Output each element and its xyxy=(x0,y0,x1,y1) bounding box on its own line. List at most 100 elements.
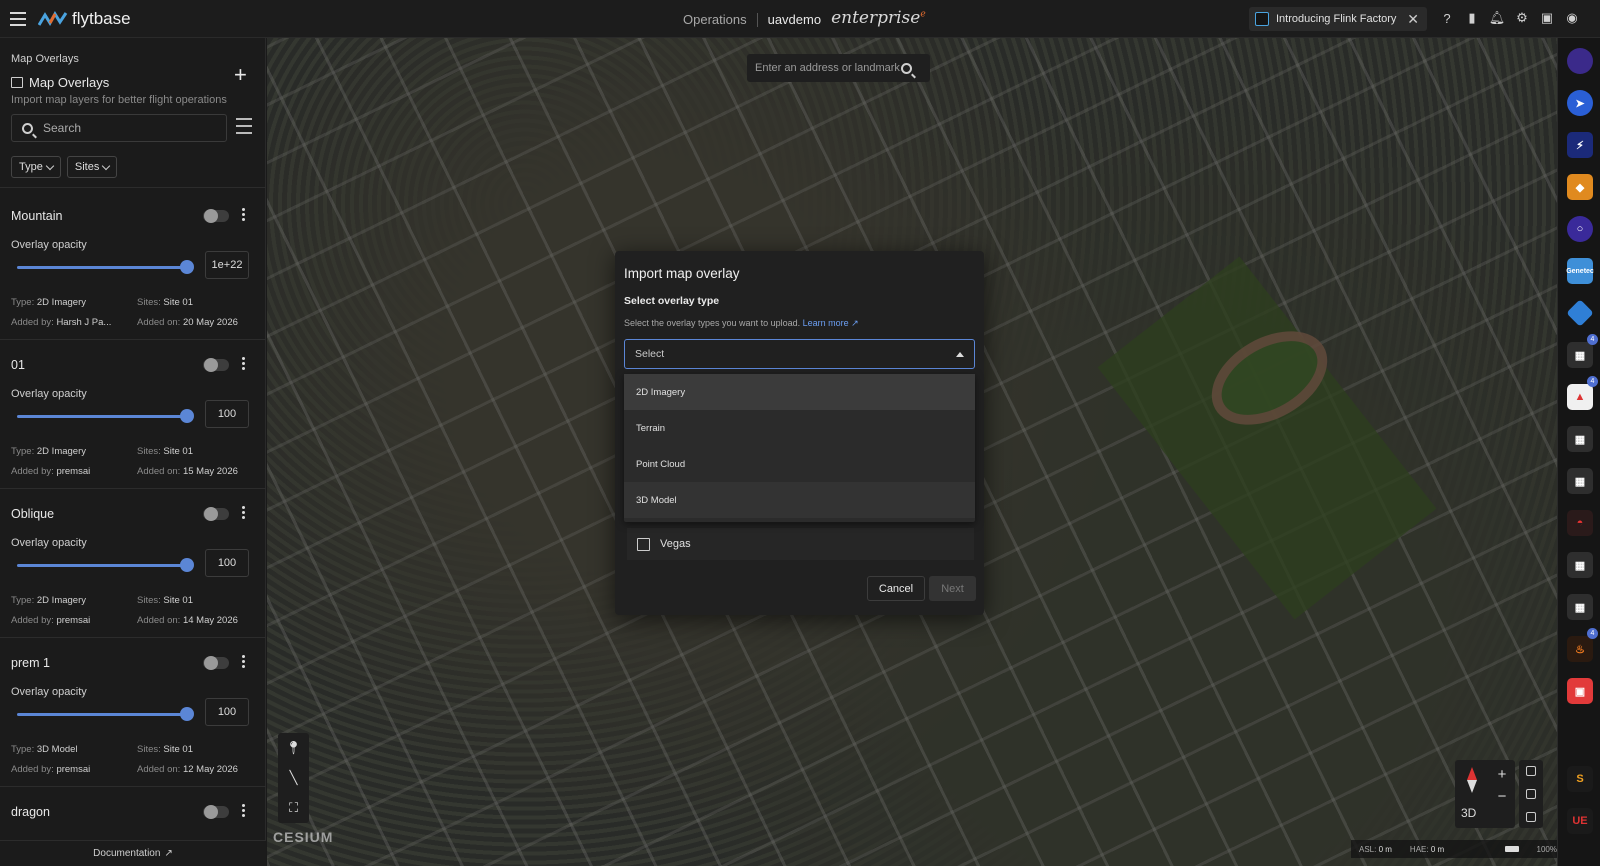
opacity-slider[interactable] xyxy=(17,409,194,423)
brand-logo[interactable]: flytbase xyxy=(38,9,131,29)
menu-icon[interactable] xyxy=(10,12,26,26)
map-search-box[interactable] xyxy=(747,54,930,82)
gift-icon[interactable]: ▣ xyxy=(1539,10,1555,26)
sites-label: Sites: xyxy=(137,595,161,606)
learn-more-link[interactable]: Learn more ↗ xyxy=(803,318,859,328)
search-box[interactable] xyxy=(11,114,227,142)
overlay-type: Type: 3D Model xyxy=(11,744,78,755)
help-icon[interactable]: ? xyxy=(1439,10,1455,26)
site-checkbox[interactable] xyxy=(637,537,650,551)
more-options-icon[interactable] xyxy=(242,804,246,819)
opacity-value-input[interactable]: 100 xyxy=(205,400,249,428)
visibility-toggle[interactable] xyxy=(203,358,229,372)
hae-value: 0 m xyxy=(1430,844,1445,854)
option-point-cloud[interactable]: Point Cloud xyxy=(624,446,975,482)
target-icon[interactable] xyxy=(1526,811,1536,822)
diamond-app-icon[interactable] xyxy=(1566,299,1594,327)
gear-icon[interactable]: ⚙ xyxy=(1514,10,1530,26)
overlay-added-by: Added by: premsai xyxy=(11,764,90,775)
visibility-toggle[interactable] xyxy=(203,209,229,223)
site-option[interactable]: Vegas xyxy=(627,528,974,560)
add-overlay-button[interactable]: + xyxy=(234,62,247,88)
grid-app-icon[interactable]: ▦ xyxy=(1567,552,1593,578)
added-on-label: Added on: xyxy=(137,317,181,328)
sites-filter[interactable]: Sites xyxy=(66,156,118,178)
zoom-out-button[interactable]: − xyxy=(1493,786,1511,808)
more-options-icon[interactable] xyxy=(242,208,246,223)
added-by-value: premsai xyxy=(56,466,91,477)
promo-banner[interactable]: Introducing Flink Factory ✕ xyxy=(1249,7,1427,31)
grid-app-icon[interactable]: ▦ xyxy=(1567,426,1593,452)
added-by-label: Added by: xyxy=(11,466,54,477)
address-search-input[interactable] xyxy=(755,62,901,74)
top-icons: ? ▮ 🔔︎ ⚙ ▣ ◉ xyxy=(1439,10,1580,26)
fullscreen-icon[interactable] xyxy=(1526,788,1536,799)
opacity-value-input[interactable]: 1e+22 xyxy=(205,251,249,279)
more-options-icon[interactable] xyxy=(242,357,246,372)
opacity-value-input[interactable]: 100 xyxy=(205,549,249,577)
documentation-label: Documentation xyxy=(93,848,161,859)
overlay-name: 01 xyxy=(11,358,25,372)
added-by-value: Harsh J Pa... xyxy=(56,317,112,328)
alarm-app-icon[interactable]: ▲ xyxy=(1567,384,1593,410)
app-avatar-icon[interactable] xyxy=(1567,48,1593,74)
siren-app-icon[interactable]: ◓ xyxy=(1567,510,1593,536)
close-icon[interactable]: ✕ xyxy=(1407,11,1419,28)
opacity-slider[interactable] xyxy=(17,707,194,721)
overlay-type: Type: 2D Imagery xyxy=(11,446,86,457)
navigation-control: + − 3D xyxy=(1455,760,1515,828)
ring-app-icon[interactable]: ○ xyxy=(1567,216,1593,242)
opacity-slider[interactable] xyxy=(17,260,194,274)
grid-app-icon[interactable]: ▦ xyxy=(1567,342,1593,368)
added-on-value: 15 May 2026 xyxy=(182,466,238,477)
grid-app-icon[interactable]: ▦ xyxy=(1567,594,1593,620)
visibility-toggle[interactable] xyxy=(203,656,229,670)
cancel-button[interactable]: Cancel xyxy=(867,576,925,601)
visibility-toggle[interactable] xyxy=(203,805,229,819)
grid-app-icon[interactable]: ▦ xyxy=(1567,468,1593,494)
asl-label: ASL: xyxy=(1359,844,1377,854)
camera-app-icon[interactable]: ▣ xyxy=(1567,678,1593,704)
option-terrain[interactable]: Terrain xyxy=(624,410,975,446)
documentation-link[interactable]: Documentation ↗ xyxy=(0,840,266,866)
pin-icon[interactable]: 📍︎ xyxy=(285,740,302,756)
polygon-icon[interactable]: ⛶ xyxy=(289,800,298,816)
genetec-app-icon[interactable]: Genetec xyxy=(1566,258,1594,284)
lightning-app-icon[interactable]: ⚡︎ xyxy=(1567,132,1593,158)
visibility-toggle[interactable] xyxy=(203,507,229,521)
search-input[interactable] xyxy=(43,121,203,135)
bell-icon[interactable]: 🔔︎ xyxy=(1489,10,1506,26)
ue-app-icon[interactable]: UE xyxy=(1567,808,1593,834)
option-2d-imagery[interactable]: 2D Imagery xyxy=(624,374,975,410)
added-on-label: Added on: xyxy=(137,764,181,775)
opacity-slider[interactable] xyxy=(17,558,194,572)
filter-settings-icon[interactable] xyxy=(236,118,252,136)
overlay-added-by: Added by: premsai xyxy=(11,615,90,626)
view-mode-toggle[interactable]: 3D xyxy=(1461,806,1476,820)
option-3d-model[interactable]: 3D Model xyxy=(624,482,975,518)
section-label[interactable]: Operations xyxy=(683,12,747,27)
added-by-label: Added by: xyxy=(11,764,54,775)
search-icon[interactable] xyxy=(901,62,912,74)
user-icon[interactable]: ◉ xyxy=(1564,10,1580,26)
cesium-logo: CESIUM xyxy=(273,829,334,845)
cube-icon[interactable] xyxy=(1526,766,1536,777)
line-icon[interactable]: ╲ xyxy=(290,770,298,786)
fire-app-icon[interactable]: ♨ xyxy=(1567,636,1593,662)
zoom-in-button[interactable]: + xyxy=(1493,764,1511,786)
next-button[interactable]: Next xyxy=(929,576,976,601)
chevron-up-icon xyxy=(956,351,964,357)
overlay-type-select[interactable]: Select xyxy=(624,339,975,369)
more-options-icon[interactable] xyxy=(242,655,246,670)
chart-icon[interactable]: ▮ xyxy=(1464,10,1480,26)
compass-icon[interactable] xyxy=(1462,767,1482,793)
overlay-item: prem 1 Overlay opacity 100 Type: 3D Mode… xyxy=(0,635,266,787)
opacity-value-input[interactable]: 100 xyxy=(205,698,249,726)
type-filter[interactable]: Type xyxy=(11,156,61,178)
filter-chips: Type Sites xyxy=(11,156,118,178)
navigation-app-icon[interactable]: ➤ xyxy=(1567,90,1593,116)
s-app-icon[interactable]: S xyxy=(1567,766,1593,792)
sites-label: Sites: xyxy=(137,446,161,457)
drone-app-icon[interactable]: ◆ xyxy=(1567,174,1593,200)
more-options-icon[interactable] xyxy=(242,506,246,521)
